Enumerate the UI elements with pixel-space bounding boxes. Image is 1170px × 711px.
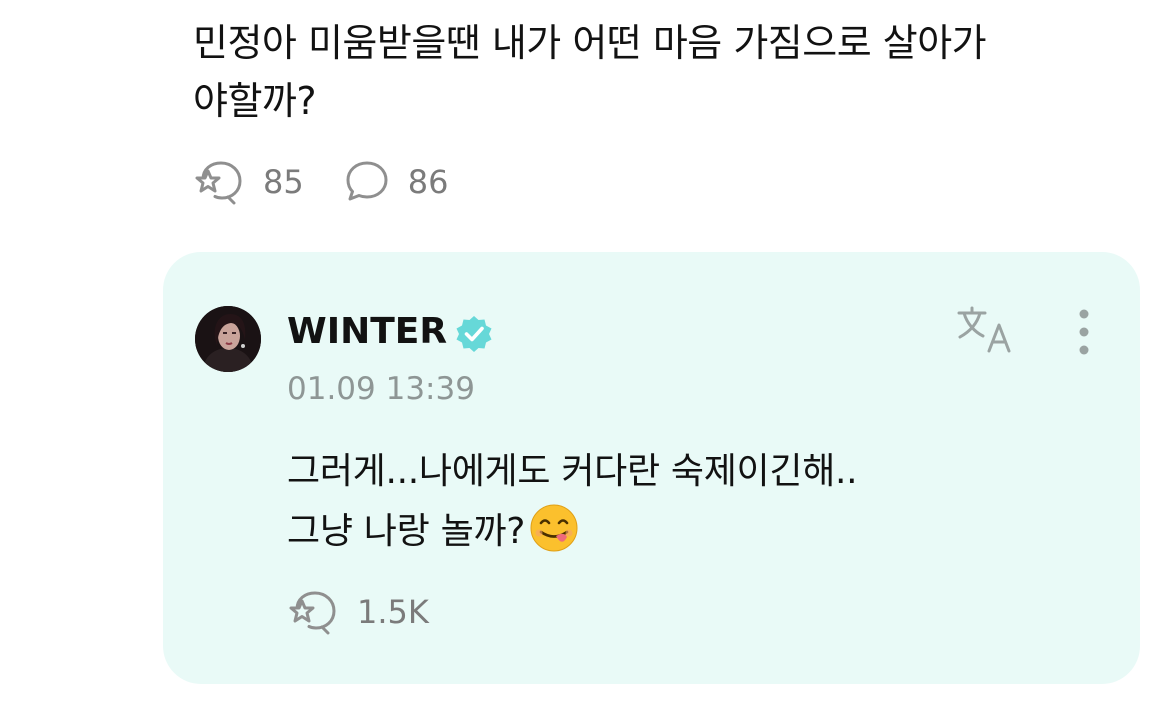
- reply-text-line-1: 그러게...나에게도 커다란 숙제이긴해..: [287, 451, 858, 492]
- post-like-count: 85: [263, 163, 304, 201]
- verified-badge-icon: [454, 314, 494, 354]
- reply-actions: 1.5K: [287, 588, 469, 636]
- post-comment-button[interactable]: 86: [344, 159, 449, 205]
- post-text-line-2: 야할까?: [193, 79, 317, 123]
- reply-card: WINTER 01.09 13:39 그러게...나에게도 커다란 숙제이긴해.…: [163, 252, 1140, 684]
- avatar[interactable]: [195, 306, 261, 372]
- timestamp: 01.09 13:39: [287, 371, 475, 407]
- star-heart-bubble-icon: [193, 159, 245, 205]
- post-actions: 85 86: [193, 158, 488, 206]
- post-like-button[interactable]: 85: [193, 159, 304, 205]
- reply-like-button[interactable]: 1.5K: [287, 589, 429, 635]
- more-vertical-icon: [1069, 309, 1099, 362]
- post-comment-count: 86: [407, 163, 449, 201]
- more-options-button[interactable]: [1069, 306, 1099, 358]
- chat-bubble-icon: [344, 159, 390, 205]
- reply-text: 그러게...나에게도 커다란 숙제이긴해.. 그냥 나랑 놀까?: [287, 442, 1107, 562]
- star-heart-bubble-icon: [287, 589, 339, 635]
- page: 민정아 미움받을땐 내가 어떤 마음 가짐으로 살아가 야할까? 85 86 W…: [0, 0, 1170, 711]
- post-text-line-1: 민정아 미움받을땐 내가 어떤 마음 가짐으로 살아가: [193, 21, 987, 65]
- post-text: 민정아 미움받을땐 내가 어떤 마음 가짐으로 살아가 야할까?: [193, 14, 1113, 130]
- savoring-food-emoji: [529, 503, 579, 553]
- reply-text-line-2: 그냥 나랑 놀까?: [287, 502, 1107, 562]
- author-name[interactable]: WINTER: [287, 308, 447, 356]
- translate-icon: [955, 306, 1019, 360]
- reply-text-line-2-text: 그냥 나랑 놀까?: [287, 511, 526, 552]
- translate-button[interactable]: [955, 304, 1019, 356]
- reply-like-count: 1.5K: [357, 593, 429, 631]
